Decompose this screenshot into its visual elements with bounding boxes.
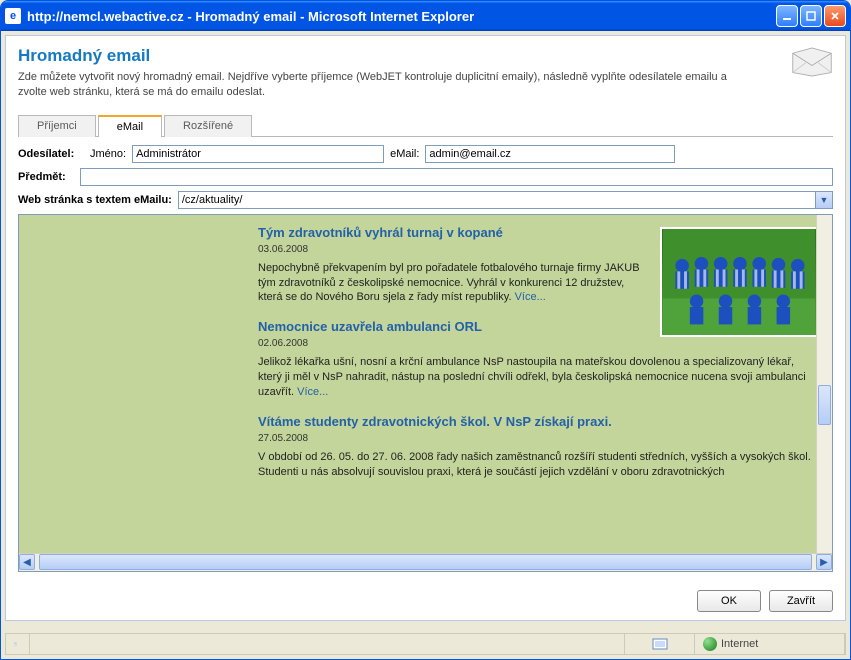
- tab-email[interactable]: eMail: [98, 115, 162, 137]
- article-title[interactable]: Vítáme studenty zdravotnických škol. V N…: [258, 414, 818, 429]
- article-3: Vítáme studenty zdravotnických škol. V N…: [258, 414, 818, 480]
- horizontal-scrollbar[interactable]: ◀ ▶: [19, 553, 832, 571]
- article-date: 03.06.2008: [258, 244, 648, 255]
- dropdown-arrow-icon[interactable]: ▼: [816, 191, 833, 209]
- article-title[interactable]: Tým zdravotníků vyhrál turnaj v kopané: [258, 225, 648, 240]
- vertical-scrollbar[interactable]: [816, 215, 832, 553]
- status-misc: [625, 634, 695, 654]
- dialog-content: Hromadný email Zde můžete vytvořit nový …: [5, 35, 846, 621]
- close-dialog-button[interactable]: Zavřít: [769, 590, 833, 612]
- article-teaser: V období od 26. 05. do 27. 06. 2008 řady…: [258, 450, 818, 480]
- preview-left-column: [19, 215, 244, 555]
- ie-icon: e: [5, 8, 21, 24]
- team-photo: [660, 227, 818, 337]
- ie-window: e http://nemcl.webactive.cz - Hromadný e…: [0, 0, 851, 660]
- titlebar[interactable]: e http://nemcl.webactive.cz - Hromadný e…: [1, 1, 850, 31]
- row-webpage: Web stránka s textem eMailu: ▼: [18, 191, 833, 209]
- input-webpage[interactable]: [178, 191, 816, 209]
- page-title: Hromadný email: [18, 46, 833, 66]
- status-zone: Internet: [695, 634, 845, 654]
- more-link[interactable]: Více...: [515, 291, 546, 303]
- input-name[interactable]: [132, 145, 384, 163]
- row-sender: Odesílatel: Jméno: eMail:: [18, 145, 833, 163]
- tab-bar: Příjemci eMail Rozšířené: [18, 114, 833, 137]
- tab-prijemci[interactable]: Příjemci: [18, 115, 96, 137]
- globe-icon: [703, 637, 717, 651]
- article-teaser: Nepochybně překvapením byl pro pořadatel…: [258, 261, 648, 306]
- preview-pane: Tým zdravotníků vyhrál turnaj v kopané 0…: [18, 214, 833, 572]
- tab-rozsirene[interactable]: Rozšířené: [164, 115, 252, 137]
- ok-button[interactable]: OK: [697, 590, 761, 612]
- close-button[interactable]: [824, 5, 846, 27]
- label-email: eMail:: [390, 148, 419, 160]
- row-subject: Předmět:: [18, 168, 833, 186]
- more-link[interactable]: Více...: [297, 386, 328, 398]
- scroll-left-icon[interactable]: ◀: [19, 554, 35, 570]
- dialog-buttons: OK Zavřít: [697, 590, 833, 612]
- scroll-thumb[interactable]: [818, 385, 831, 425]
- status-message: [30, 634, 625, 654]
- label-subject: Předmět:: [18, 171, 74, 183]
- label-sender: Odesílatel:: [18, 148, 84, 160]
- article-teaser: Jelikož lékařka ušní, nosní a krční ambu…: [258, 355, 818, 400]
- status-app-icon: [6, 634, 30, 654]
- input-email[interactable]: [425, 145, 675, 163]
- maximize-button[interactable]: [800, 5, 822, 27]
- scroll-right-icon[interactable]: ▶: [816, 554, 832, 570]
- article-date: 27.05.2008: [258, 433, 818, 444]
- minimize-button[interactable]: [776, 5, 798, 27]
- preview-main-column: Tým zdravotníků vyhrál turnaj v kopané 0…: [244, 215, 832, 555]
- label-webpage: Web stránka s textem eMailu:: [18, 194, 172, 206]
- title-text: http://nemcl.webactive.cz - Hromadný ema…: [27, 9, 776, 24]
- mail-icon: [791, 46, 833, 78]
- scroll-thumb[interactable]: [39, 554, 812, 570]
- input-subject[interactable]: [80, 168, 833, 186]
- statusbar: Internet: [5, 633, 846, 655]
- label-name: Jméno:: [90, 148, 126, 160]
- status-zone-label: Internet: [721, 638, 758, 650]
- article-date: 02.06.2008: [258, 338, 818, 349]
- page-description: Zde můžete vytvořit nový hromadný email.…: [18, 70, 738, 100]
